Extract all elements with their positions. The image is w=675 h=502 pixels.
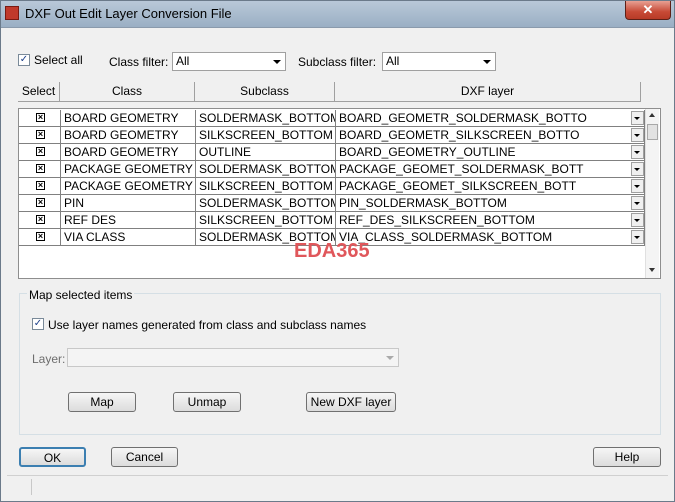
map-group-title: Map selected items: [27, 288, 135, 302]
dxf-layer-cell[interactable]: REF_DES_SILKSCREEN_BOTTOM: [336, 212, 645, 229]
dxf-layer-cell[interactable]: BOARD_GEOMETR_SILKSCREEN_BOTTO: [336, 127, 645, 144]
class-cell[interactable]: REF DES: [61, 212, 196, 229]
close-button[interactable]: ✕: [625, 1, 671, 20]
chevron-down-icon[interactable]: [631, 213, 644, 227]
select-cell[interactable]: ×: [19, 110, 61, 127]
status-separator: [31, 479, 32, 495]
select-all-checkbox[interactable]: ✓: [18, 54, 30, 66]
subclass-cell[interactable]: SILKSCREEN_BOTTOM: [196, 127, 336, 144]
column-header-class[interactable]: Class: [60, 82, 195, 102]
select-cell[interactable]: ×: [19, 161, 61, 178]
status-bar: [7, 475, 668, 497]
chevron-down-icon[interactable]: [631, 162, 644, 176]
class-filter-value: All: [176, 54, 190, 68]
subclass-cell[interactable]: SOLDERMASK_BOTTOM: [196, 161, 336, 178]
select-cell[interactable]: ×: [19, 178, 61, 195]
class-cell[interactable]: BOARD GEOMETRY: [61, 127, 196, 144]
chevron-down-icon: [273, 60, 281, 64]
chevron-down-icon: [483, 60, 491, 64]
row-select-checkbox[interactable]: ×: [36, 113, 45, 122]
class-filter-combo[interactable]: All: [172, 52, 286, 71]
row-select-checkbox[interactable]: ×: [36, 181, 45, 190]
chevron-down-icon[interactable]: [631, 179, 644, 193]
chevron-down-icon[interactable]: [631, 196, 644, 210]
ok-button[interactable]: OK: [19, 447, 86, 467]
help-button[interactable]: Help: [593, 447, 661, 467]
subclass-filter-label: Subclass filter:: [298, 55, 377, 69]
class-cell[interactable]: BOARD GEOMETRY: [61, 144, 196, 161]
row-select-checkbox[interactable]: ×: [36, 215, 45, 224]
watermark: EDA365: [294, 240, 370, 262]
dxf-layer-cell[interactable]: BOARD_GEOMETR_SOLDERMASK_BOTTO: [336, 110, 645, 127]
row-select-checkbox[interactable]: ×: [36, 147, 45, 156]
column-header-subclass[interactable]: Subclass: [195, 82, 335, 102]
row-select-checkbox[interactable]: ×: [36, 130, 45, 139]
class-cell[interactable]: PIN: [61, 195, 196, 212]
layer-label: Layer:: [32, 352, 66, 366]
table-row[interactable]: × BOARD GEOMETRY OUTLINE BOARD_GEOMETRY_OUT…: [19, 144, 645, 161]
subclass-cell[interactable]: SILKSCREEN_BOTTOM: [196, 178, 336, 195]
select-all-label: Select all: [34, 53, 83, 67]
class-filter-label: Class filter:: [109, 55, 169, 69]
table-row[interactable]: × BOARD GEOMETRY SILKSCREEN_BOTTOM BOARD_GE…: [19, 127, 645, 144]
dxf-layer-cell[interactable]: BOARD_GEOMETRY_OUTLINE: [336, 144, 645, 161]
use-layer-names-label: Use layer names generated from class and…: [48, 318, 367, 332]
column-header-select[interactable]: Select: [18, 82, 60, 102]
subclass-filter-combo[interactable]: All: [382, 52, 496, 71]
select-cell[interactable]: ×: [19, 127, 61, 144]
class-cell[interactable]: PACKAGE GEOMETRY: [61, 178, 196, 195]
class-cell[interactable]: BOARD GEOMETRY: [61, 110, 196, 127]
table-row[interactable]: × REF DES SILKSCREEN_BOTTOM REF_DES_SILKSCR…: [19, 212, 645, 229]
title-bar[interactable]: DXF Out Edit Layer Conversion File ✕: [1, 1, 674, 28]
chevron-down-icon: [386, 356, 394, 360]
select-cell[interactable]: ×: [19, 229, 61, 246]
table-row[interactable]: × BOARD GEOMETRY SOLDERMASK_BOTTOM BOARD_GE…: [19, 110, 645, 127]
table-row[interactable]: × PACKAGE GEOMETRY SOLDERMASK_BOTTOM PACKAG…: [19, 161, 645, 178]
row-select-checkbox[interactable]: ×: [36, 198, 45, 207]
class-cell[interactable]: VIA CLASS: [61, 229, 196, 246]
select-cell[interactable]: ×: [19, 212, 61, 229]
select-cell[interactable]: ×: [19, 195, 61, 212]
select-cell[interactable]: ×: [19, 144, 61, 161]
table-row[interactable]: × PACKAGE GEOMETRY SILKSCREEN_BOTTOM PACKAG…: [19, 178, 645, 195]
dxf-layer-cell[interactable]: VIA_CLASS_SOLDERMASK_BOTTOM: [336, 229, 645, 246]
unmap-button[interactable]: Unmap: [173, 392, 241, 412]
chevron-down-icon[interactable]: [631, 111, 644, 125]
chevron-down-icon[interactable]: [631, 230, 644, 244]
dxf-layer-cell[interactable]: PACKAGE_GEOMET_SILKSCREEN_BOTT: [336, 178, 645, 195]
new-dxf-layer-button[interactable]: New DXF layer: [306, 392, 396, 412]
app-icon: [5, 6, 19, 20]
row-select-checkbox[interactable]: ×: [36, 164, 45, 173]
dialog-client: ✓ Select all Class filter: All Subclass …: [7, 30, 668, 496]
cancel-button[interactable]: Cancel: [111, 447, 178, 467]
subclass-cell[interactable]: SOLDERMASK_BOTTOM: [196, 110, 336, 127]
grid-header: Select Class Subclass DXF layer: [18, 82, 648, 103]
scroll-up-icon[interactable]: [649, 113, 655, 117]
dxf-layer-cell[interactable]: PIN_SOLDERMASK_BOTTOM: [336, 195, 645, 212]
table-row[interactable]: × PIN SOLDERMASK_BOTTOM PIN_SOLDERMASK_BOTT…: [19, 195, 645, 212]
chevron-down-icon[interactable]: [631, 145, 644, 159]
dxf-layer-cell[interactable]: PACKAGE_GEOMET_SOLDERMASK_BOTT: [336, 161, 645, 178]
grid-scrollbar[interactable]: [645, 109, 659, 278]
subclass-cell[interactable]: SILKSCREEN_BOTTOM: [196, 212, 336, 229]
map-button[interactable]: Map: [68, 392, 136, 412]
row-select-checkbox[interactable]: ×: [36, 232, 45, 241]
window-title: DXF Out Edit Layer Conversion File: [25, 6, 232, 21]
dialog-window: DXF Out Edit Layer Conversion File ✕ ✓ S…: [0, 0, 675, 502]
subclass-filter-value: All: [386, 54, 400, 68]
class-cell[interactable]: PACKAGE GEOMETRY: [61, 161, 196, 178]
subclass-cell[interactable]: OUTLINE: [196, 144, 336, 161]
use-layer-names-checkbox[interactable]: ✓: [32, 318, 44, 330]
scroll-thumb[interactable]: [647, 124, 658, 140]
subclass-cell[interactable]: SOLDERMASK_BOTTOM: [196, 195, 336, 212]
column-header-dxf-layer[interactable]: DXF layer: [335, 82, 641, 102]
layer-combo[interactable]: [67, 348, 399, 367]
chevron-down-icon[interactable]: [631, 128, 644, 142]
scroll-down-icon[interactable]: [649, 268, 655, 272]
